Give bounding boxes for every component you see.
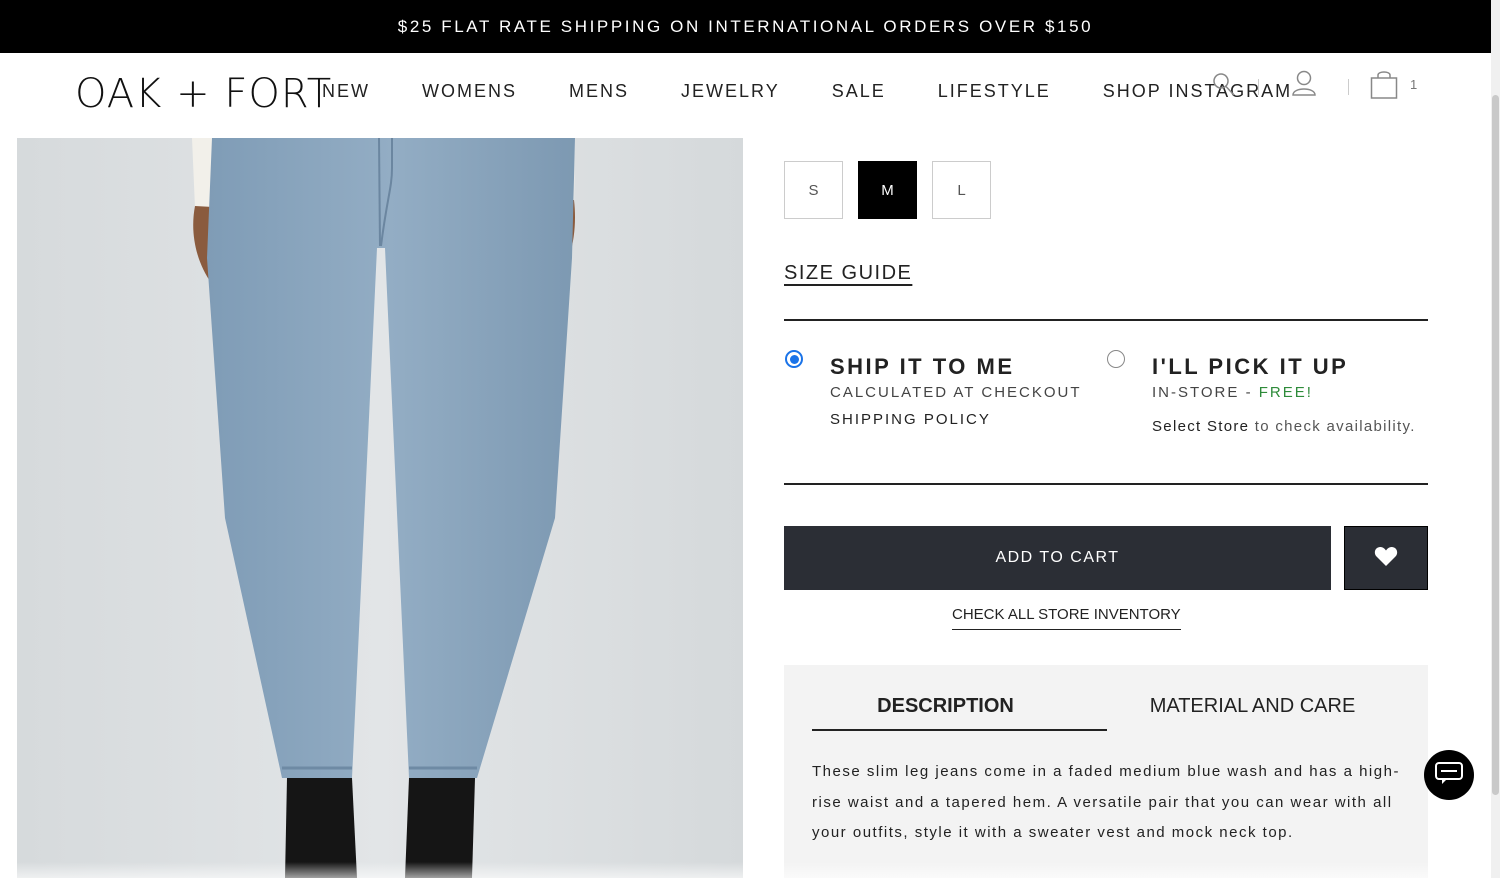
product-image[interactable] [17,138,743,878]
size-guide-link[interactable]: SIZE GUIDE [784,262,912,285]
tab-description[interactable]: DESCRIPTION [784,695,1107,731]
wishlist-button[interactable] [1344,526,1428,590]
shopping-bag-icon[interactable] [1370,70,1398,105]
site-header: OAK + FORT NEW WOMENS MENS JEWELRY SALE … [0,53,1491,138]
ship-it-title: SHIP IT TO ME [830,354,1015,379]
header-divider [1348,79,1349,95]
pick-up-title: I'LL PICK IT UP [1152,354,1349,379]
header-divider [1258,79,1259,95]
heart-icon [1374,545,1398,572]
size-selector: S M L [784,161,991,219]
nav-item-shop-instagram[interactable]: SHOP INSTAGRAM [1103,81,1292,102]
add-to-cart-button[interactable]: ADD TO CART [784,526,1331,590]
divider [784,319,1428,321]
scrollbar-thumb[interactable] [1492,95,1499,795]
in-store-label: IN-STORE - [1152,384,1259,401]
ship-it-radio[interactable] [785,350,803,368]
chat-icon [1434,761,1464,790]
store-availability: Select Store to check availability. [1152,418,1416,435]
main-nav: NEW WOMENS MENS JEWELRY SALE LIFESTYLE S… [322,81,1292,102]
cart-count[interactable]: 1 [1410,77,1417,92]
size-option-m[interactable]: M [858,161,917,219]
ship-it-subtitle: CALCULATED AT CHECKOUT [830,384,1082,401]
nav-item-new[interactable]: NEW [322,81,370,102]
nav-item-womens[interactable]: WOMENS [422,81,517,102]
shipping-policy-link[interactable]: SHIPPING POLICY [830,411,991,428]
store-availability-text: to check availability. [1249,418,1416,435]
nav-item-lifestyle[interactable]: LIFESTYLE [938,81,1051,102]
account-icon[interactable] [1291,69,1317,102]
check-store-inventory-link[interactable]: CHECK ALL STORE INVENTORY [952,606,1181,630]
chat-button[interactable] [1424,750,1474,800]
announcement-text: $25 FLAT RATE SHIPPING ON INTERNATIONAL … [397,16,1094,36]
scrollbar-track[interactable] [1491,0,1500,878]
product-description: These slim leg jeans come in a faded med… [812,763,1400,841]
select-store-link[interactable]: Select Store [1152,418,1249,435]
tab-material-and-care[interactable]: MATERIAL AND CARE [1125,695,1380,718]
search-icon[interactable] [1212,71,1236,104]
brand-logo[interactable]: OAK + FORT [75,71,332,117]
divider [784,483,1428,485]
jeans-illustration [192,138,576,878]
nav-item-jewelry[interactable]: JEWELRY [681,81,780,102]
pick-up-radio[interactable] [1107,350,1125,368]
size-option-s[interactable]: S [784,161,843,219]
free-label: FREE! [1258,384,1313,401]
nav-item-sale[interactable]: SALE [832,81,886,102]
announcement-bar: $25 FLAT RATE SHIPPING ON INTERNATIONAL … [0,0,1491,53]
size-option-l[interactable]: L [932,161,991,219]
pick-up-subtitle: IN-STORE - FREE! [1152,384,1313,401]
product-info-tabs: DESCRIPTION MATERIAL AND CARE These slim… [784,665,1428,878]
nav-item-mens[interactable]: MENS [569,81,629,102]
